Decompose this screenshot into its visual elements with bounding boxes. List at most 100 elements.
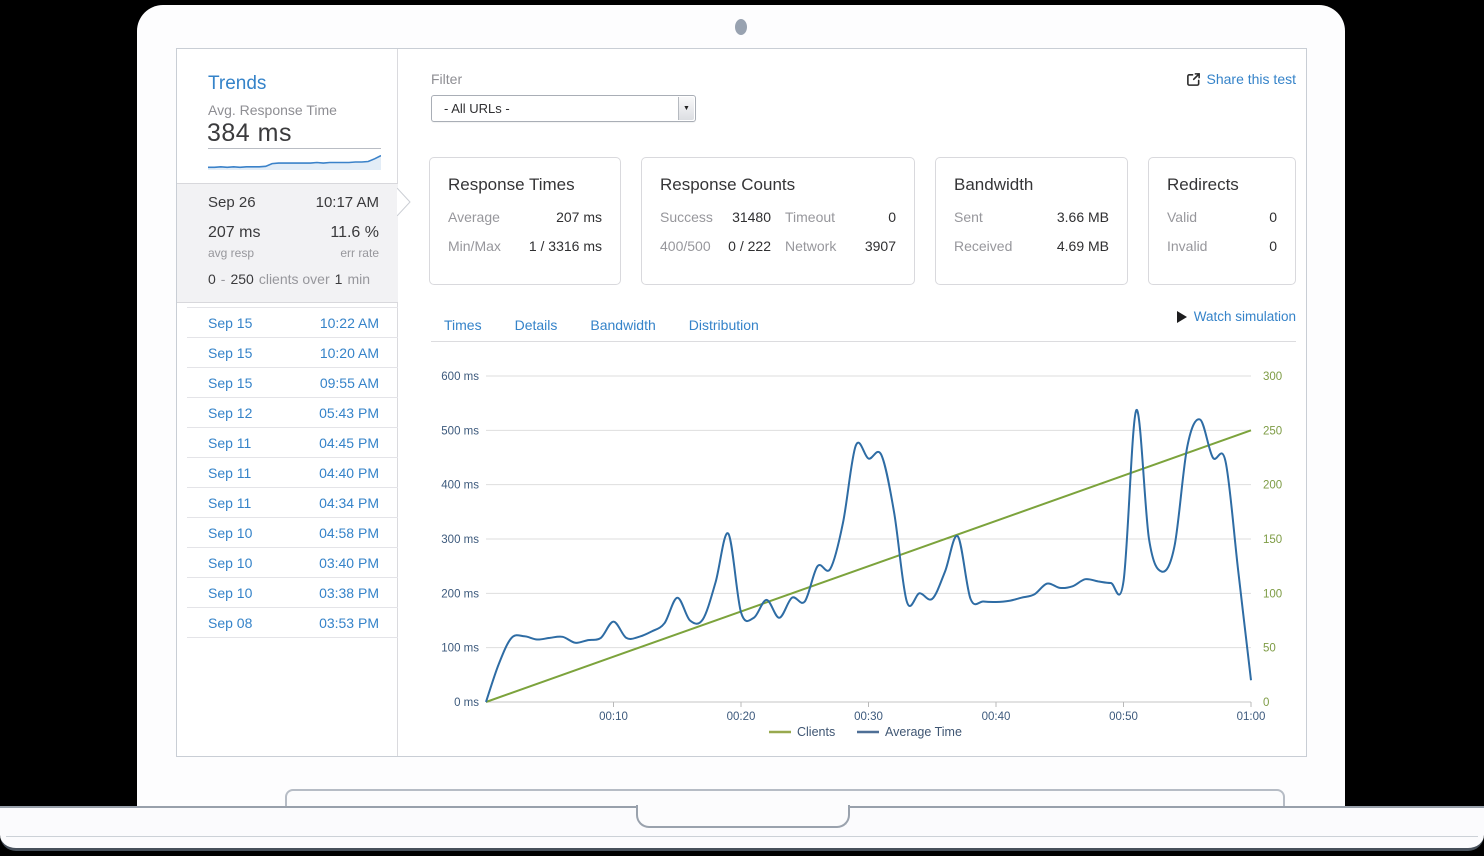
trend-item-date: Sep 15 xyxy=(208,375,252,391)
selected-err-label: err rate xyxy=(340,246,379,260)
trend-item-selected[interactable]: Sep 26 10:17 AM 207 ms 11.6 % avg resp e… xyxy=(177,183,398,303)
card-response-times: Response TimesAverage207 msMin/Max1 / 33… xyxy=(429,157,621,285)
card-response-counts: Response CountsSuccess31480Timeout0400/5… xyxy=(641,157,915,285)
play-icon xyxy=(1177,311,1187,323)
trend-item-time: 09:55 AM xyxy=(320,375,379,391)
trend-list-item[interactable]: Sep 1003:38 PM xyxy=(187,578,398,608)
trend-list-item[interactable]: Sep 1104:34 PM xyxy=(187,488,398,518)
right-axis-tick-label: 300 xyxy=(1263,371,1282,383)
trend-list-item[interactable]: Sep 1104:40 PM xyxy=(187,458,398,488)
stat-value: 4.69 MB xyxy=(1012,237,1109,256)
trend-item-time: 10:22 AM xyxy=(320,315,379,331)
left-axis-tick-label: 100 ms xyxy=(441,643,479,655)
trend-item-time: 04:58 PM xyxy=(319,525,379,541)
left-axis-tick-label: 0 ms xyxy=(454,697,479,709)
watch-simulation-label: Watch simulation xyxy=(1194,309,1296,324)
trend-item-date: Sep 10 xyxy=(208,555,252,571)
stat-value: 3.66 MB xyxy=(983,208,1109,227)
tab-details[interactable]: Details xyxy=(515,311,558,341)
base-seam xyxy=(6,836,1478,837)
right-axis-tick-label: 150 xyxy=(1263,534,1282,546)
stat-value: 0 xyxy=(1197,208,1277,227)
left-axis-tick-label: 300 ms xyxy=(441,534,479,546)
x-axis-tick-label: 00:10 xyxy=(599,711,628,723)
webcam-dot xyxy=(735,19,747,35)
right-axis-tick-label: 200 xyxy=(1263,480,1282,492)
selected-date: Sep 26 xyxy=(208,194,256,211)
share-icon xyxy=(1186,72,1201,87)
left-axis-tick-label: 500 ms xyxy=(441,425,479,437)
legend-average-time-label: Average Time xyxy=(885,725,962,739)
selected-avg-label: avg resp xyxy=(208,246,254,260)
x-axis-tick-label: 00:40 xyxy=(982,711,1011,723)
stat-value: 31480 xyxy=(713,208,771,227)
tab-bandwidth[interactable]: Bandwidth xyxy=(590,311,655,341)
summary-cards: Response TimesAverage207 msMin/Max1 / 33… xyxy=(429,157,1296,285)
card-bandwidth: BandwidthSent3.66 MBReceived4.69 MB xyxy=(935,157,1128,285)
stat-value: 0 xyxy=(1207,237,1277,256)
stat-value: 0 / 222 xyxy=(711,237,771,256)
stat-value: 207 ms xyxy=(500,208,602,227)
stat-label: Invalid xyxy=(1167,237,1207,256)
chevron-down-icon[interactable]: ▼ xyxy=(678,97,694,120)
chart-tabs: Times Details Bandwidth Distribution xyxy=(431,311,1296,342)
right-axis-tick-label: 50 xyxy=(1263,643,1276,655)
trend-item-time: 10:20 AM xyxy=(320,345,379,361)
right-axis-tick-label: 0 xyxy=(1263,697,1269,709)
avg-response-time-value: 384 ms xyxy=(207,119,292,148)
tab-times[interactable]: Times xyxy=(444,311,482,341)
stat-label: Success xyxy=(660,208,713,227)
clients-summary: 0 - 250 clients over 1 min xyxy=(208,271,379,287)
x-axis-tick-label: 00:30 xyxy=(854,711,883,723)
trend-list-item[interactable]: Sep 1004:58 PM xyxy=(187,518,398,548)
url-filter-value: - All URLs - xyxy=(444,101,510,116)
left-axis-tick-label: 600 ms xyxy=(441,371,479,383)
trend-item-time: 04:45 PM xyxy=(319,435,379,451)
trend-item-date: Sep 15 xyxy=(208,315,252,331)
tab-distribution[interactable]: Distribution xyxy=(689,311,759,341)
times-chart: 0 ms 100 ms 200 ms 300 ms 400 ms 500 ms 600 ms… xyxy=(441,369,1301,754)
avg-response-time-label: Avg. Response Time xyxy=(208,102,337,118)
stat-label: 400/500 xyxy=(660,237,711,256)
trend-item-time: 05:43 PM xyxy=(319,405,379,421)
left-axis-tick-label: 400 ms xyxy=(441,480,479,492)
selected-item-pointer xyxy=(397,188,411,216)
url-filter-select[interactable]: - All URLs - ▼ xyxy=(431,95,696,122)
trend-list-item[interactable]: Sep 15 10:20 AM xyxy=(187,338,398,368)
sidebar-title: Trends xyxy=(208,73,266,95)
stat-label: Timeout xyxy=(785,208,835,227)
trend-list-item[interactable]: Sep 15 09:55 AM xyxy=(187,368,398,398)
trend-list-item[interactable]: Sep 1205:43 PM xyxy=(187,398,398,428)
right-axis-tick-label: 100 xyxy=(1263,588,1282,600)
trend-item-time: 04:34 PM xyxy=(319,495,379,511)
trend-list-item[interactable]: Sep 1003:40 PM xyxy=(187,548,398,578)
stat-label: Average xyxy=(448,208,500,227)
trend-item-date: Sep 15 xyxy=(208,345,252,361)
stat-label: Network xyxy=(785,237,836,256)
watch-simulation-link[interactable]: Watch simulation xyxy=(1177,309,1296,324)
stat-label: Min/Max xyxy=(448,237,501,256)
trend-sparkline xyxy=(208,152,381,171)
trend-item-time: 03:53 PM xyxy=(319,615,379,631)
x-axis-tick-label: 00:50 xyxy=(1109,711,1138,723)
share-test-link[interactable]: Share this test xyxy=(1186,71,1297,87)
trend-item-date: Sep 08 xyxy=(208,615,252,631)
stat-label: Valid xyxy=(1167,208,1197,227)
selected-avg-value: 207 ms xyxy=(208,224,260,242)
left-axis-tick-label: 200 ms xyxy=(441,588,479,600)
trend-list-item[interactable]: Sep 08 03:53 PM xyxy=(187,608,398,638)
trend-list-item[interactable]: Sep 11 04:45 PM xyxy=(187,428,398,458)
stat-value: 1 / 3316 ms xyxy=(501,237,602,256)
share-label: Share this test xyxy=(1207,71,1297,87)
selected-err-value: 11.6 % xyxy=(330,224,379,242)
stat-value: 0 xyxy=(835,208,896,227)
clients-line xyxy=(486,430,1251,702)
filter-label: Filter xyxy=(431,71,462,87)
stat-label: Sent xyxy=(954,208,983,227)
trend-item-date: Sep 11 xyxy=(208,435,251,451)
main-panel: Filter - All URLs - ▼ Share this test Re… xyxy=(398,49,1308,756)
stat-value: 3907 xyxy=(836,237,896,256)
trend-list-item[interactable]: Sep 15 10:22 AM xyxy=(187,308,398,338)
x-axis-tick-label: 01:00 xyxy=(1237,711,1266,723)
trends-sidebar: Trends Avg. Response Time 384 ms Sep 26 … xyxy=(177,49,398,756)
